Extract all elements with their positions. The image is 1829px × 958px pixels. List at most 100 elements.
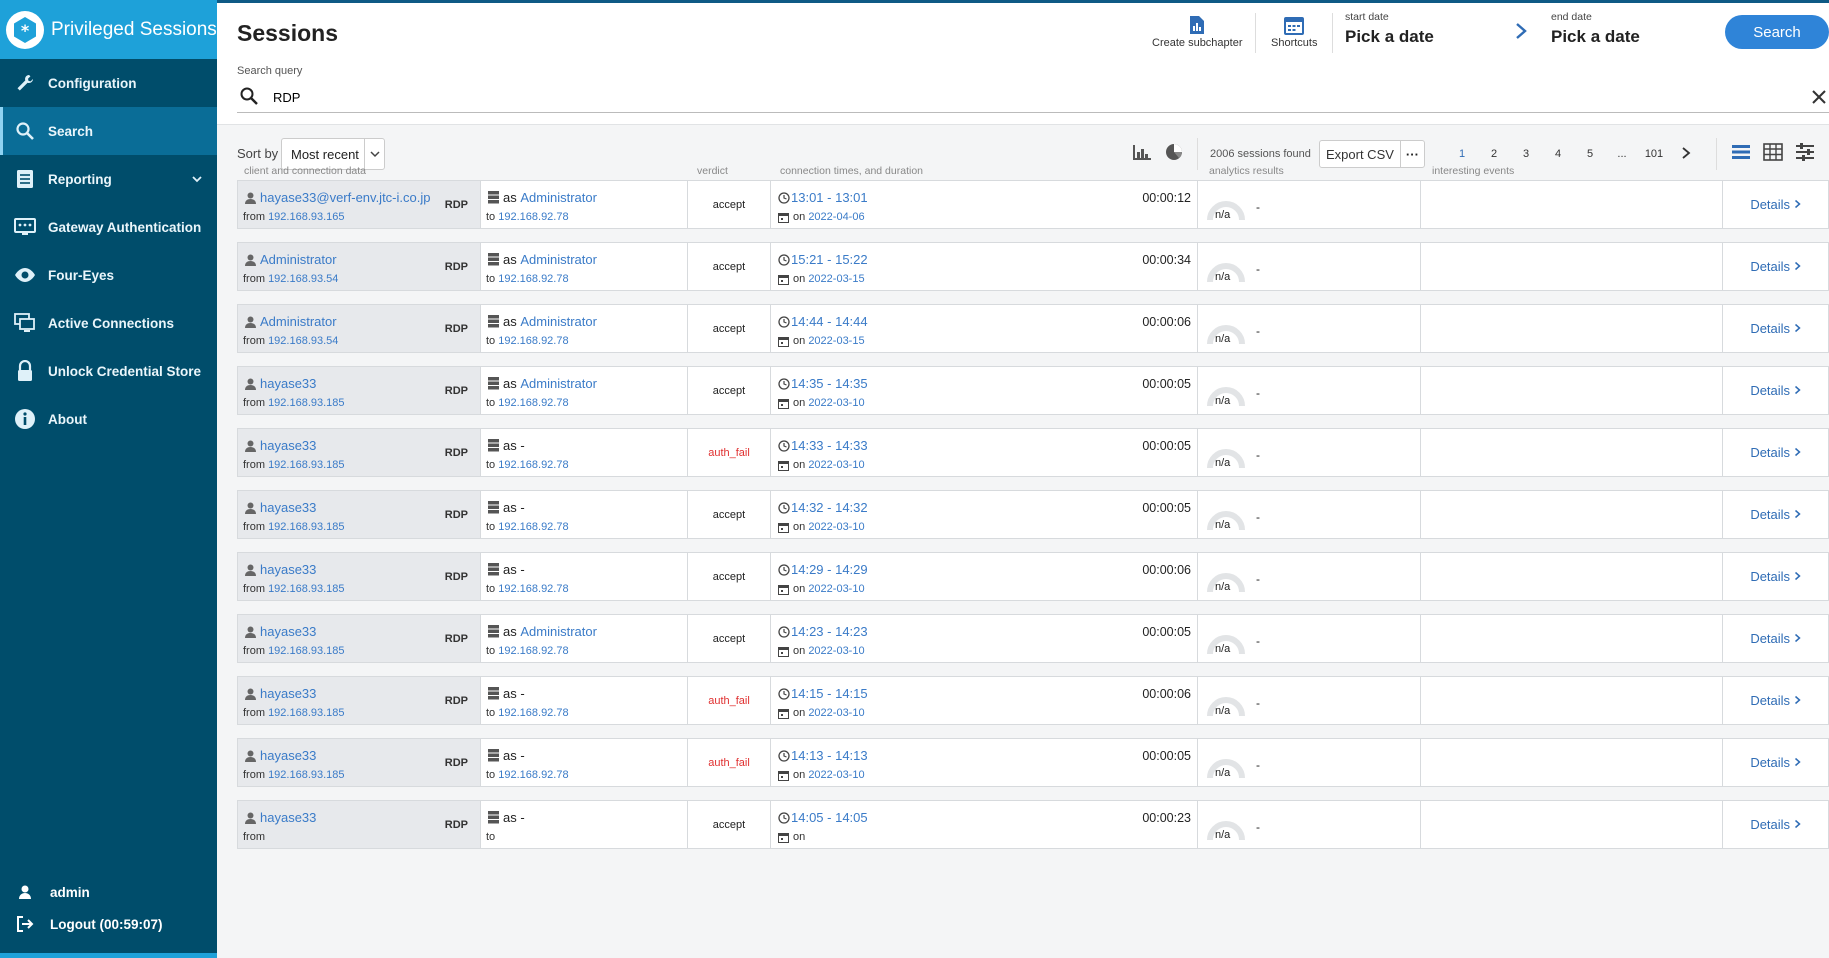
- client-user-link[interactable]: hayase33: [260, 748, 316, 763]
- table-row[interactable]: hayase33 from 192.168.93.185 RDP as - to…: [237, 552, 1829, 601]
- details-link[interactable]: Details: [1722, 615, 1828, 662]
- table-row[interactable]: hayase33 from 192.168.93.185 RDP as - to…: [237, 428, 1829, 477]
- client-user-link[interactable]: hayase33@verf-env.jtc-i.co.jp: [260, 190, 430, 205]
- session-date-link[interactable]: 2022-03-10: [808, 583, 864, 595]
- client-ip-link[interactable]: 192.168.93.185: [268, 707, 344, 719]
- session-date-link[interactable]: 2022-03-10: [808, 769, 864, 781]
- target-account[interactable]: -: [520, 500, 524, 515]
- client-ip-link[interactable]: 192.168.93.185: [268, 521, 344, 533]
- details-link[interactable]: Details: [1722, 677, 1828, 724]
- target-ip-link[interactable]: 192.168.92.78: [498, 459, 568, 471]
- target-ip-link[interactable]: 192.168.92.78: [498, 769, 568, 781]
- time-range-link[interactable]: 14:35 - 14:35: [791, 376, 868, 391]
- details-link[interactable]: Details: [1722, 367, 1828, 414]
- column-settings-icon[interactable]: [1795, 143, 1815, 164]
- details-link[interactable]: Details: [1722, 801, 1828, 848]
- details-link[interactable]: Details: [1722, 305, 1828, 352]
- client-ip-link[interactable]: 192.168.93.185: [268, 459, 344, 471]
- details-link[interactable]: Details: [1722, 243, 1828, 290]
- user-menu[interactable]: admin: [0, 876, 217, 908]
- client-ip-link[interactable]: 192.168.93.185: [268, 583, 344, 595]
- create-subchapter-button[interactable]: Create subchapter: [1152, 13, 1243, 49]
- time-range-link[interactable]: 14:15 - 14:15: [791, 686, 868, 701]
- time-range-link[interactable]: 14:33 - 14:33: [791, 438, 868, 453]
- table-row[interactable]: Administrator from 192.168.93.54 RDP as …: [237, 242, 1829, 291]
- client-user-link[interactable]: Administrator: [260, 252, 337, 267]
- table-row[interactable]: Administrator from 192.168.93.54 RDP as …: [237, 304, 1829, 353]
- target-ip-link[interactable]: 192.168.92.78: [498, 521, 568, 533]
- sidebar-item-search[interactable]: Search: [0, 107, 217, 155]
- time-range-link[interactable]: 14:13 - 14:13: [791, 748, 868, 763]
- table-row[interactable]: hayase33 from 192.168.93.185 RDP as - to…: [237, 738, 1829, 787]
- chevron-down-icon[interactable]: [191, 172, 203, 187]
- shortcuts-button[interactable]: Shortcuts: [1271, 13, 1317, 49]
- bar-chart-icon[interactable]: [1132, 143, 1152, 164]
- client-user-link[interactable]: hayase33: [260, 624, 316, 639]
- client-ip-link[interactable]: 192.168.93.185: [268, 397, 344, 409]
- end-date-picker[interactable]: end date Pick a date: [1551, 11, 1640, 47]
- client-user-link[interactable]: hayase33: [260, 686, 316, 701]
- brand-header[interactable]: * Privileged Sessions: [0, 0, 217, 59]
- target-account[interactable]: -: [520, 562, 524, 577]
- target-account[interactable]: -: [520, 438, 524, 453]
- details-link[interactable]: Details: [1722, 491, 1828, 538]
- target-account[interactable]: -: [520, 748, 524, 763]
- details-link[interactable]: Details: [1722, 553, 1828, 600]
- close-icon[interactable]: [1811, 89, 1827, 108]
- target-account[interactable]: Administrator: [520, 376, 597, 391]
- session-date-link[interactable]: 2022-03-15: [808, 273, 864, 285]
- client-user-link[interactable]: hayase33: [260, 438, 316, 453]
- time-range-link[interactable]: 14:44 - 14:44: [791, 314, 868, 329]
- details-link[interactable]: Details: [1722, 739, 1828, 786]
- sidebar-item-gateway-authentication[interactable]: Gateway Authentication: [0, 203, 217, 251]
- session-date-link[interactable]: 2022-03-10: [808, 521, 864, 533]
- list-view-icon[interactable]: [1731, 143, 1751, 164]
- start-date-picker[interactable]: start date Pick a date: [1345, 11, 1434, 47]
- time-range-link[interactable]: 13:01 - 13:01: [791, 190, 868, 205]
- table-row[interactable]: hayase33 from 192.168.93.185 RDP as - to…: [237, 490, 1829, 539]
- grid-view-icon[interactable]: [1763, 143, 1783, 164]
- logout-button[interactable]: Logout (00:59:07): [0, 908, 217, 940]
- table-row[interactable]: hayase33 from 192.168.93.185 RDP as Admi…: [237, 614, 1829, 663]
- sidebar-item-unlock-credential-store[interactable]: Unlock Credential Store: [0, 347, 217, 395]
- client-ip-link[interactable]: 192.168.93.54: [268, 273, 338, 285]
- client-ip-link[interactable]: 192.168.93.185: [268, 769, 344, 781]
- client-ip-link[interactable]: 192.168.93.185: [268, 645, 344, 657]
- details-link[interactable]: Details: [1722, 429, 1828, 476]
- table-row[interactable]: hayase33 from 192.168.93.185 RDP as Admi…: [237, 366, 1829, 415]
- target-ip-link[interactable]: 192.168.92.78: [498, 583, 568, 595]
- table-row[interactable]: hayase33 from RDP as - to accept 14:05 -…: [237, 800, 1829, 849]
- sidebar-item-four-eyes[interactable]: Four-Eyes: [0, 251, 217, 299]
- target-account[interactable]: Administrator: [520, 190, 597, 205]
- client-ip-link[interactable]: 192.168.93.165: [268, 211, 344, 223]
- client-user-link[interactable]: Administrator: [260, 314, 337, 329]
- search-button[interactable]: Search: [1725, 15, 1829, 49]
- target-ip-link[interactable]: 192.168.92.78: [498, 211, 568, 223]
- sidebar-item-about[interactable]: About: [0, 395, 217, 443]
- session-date-link[interactable]: 2022-03-10: [808, 459, 864, 471]
- target-ip-link[interactable]: 192.168.92.78: [498, 273, 568, 285]
- target-ip-link[interactable]: 192.168.92.78: [498, 397, 568, 409]
- session-date-link[interactable]: 2022-03-15: [808, 335, 864, 347]
- session-date-link[interactable]: 2022-03-10: [808, 645, 864, 657]
- sidebar-item-reporting[interactable]: Reporting: [0, 155, 217, 203]
- client-user-link[interactable]: hayase33: [260, 500, 316, 515]
- target-ip-link[interactable]: 192.168.92.78: [498, 645, 568, 657]
- client-ip-link[interactable]: 192.168.93.54: [268, 335, 338, 347]
- client-user-link[interactable]: hayase33: [260, 376, 316, 391]
- session-date-link[interactable]: 2022-03-10: [808, 707, 864, 719]
- time-range-link[interactable]: 15:21 - 15:22: [791, 252, 868, 267]
- search-query-input[interactable]: [273, 90, 1753, 105]
- target-account[interactable]: Administrator: [520, 314, 597, 329]
- time-range-link[interactable]: 14:32 - 14:32: [791, 500, 868, 515]
- time-range-link[interactable]: 14:23 - 14:23: [791, 624, 868, 639]
- target-ip-link[interactable]: 192.168.92.78: [498, 707, 568, 719]
- target-ip-link[interactable]: 192.168.92.78: [498, 335, 568, 347]
- target-account[interactable]: Administrator: [520, 624, 597, 639]
- client-user-link[interactable]: hayase33: [260, 810, 316, 825]
- details-link[interactable]: Details: [1722, 181, 1828, 228]
- sidebar-item-configuration[interactable]: Configuration: [0, 59, 217, 107]
- target-account[interactable]: Administrator: [520, 252, 597, 267]
- pie-chart-icon[interactable]: [1165, 143, 1183, 164]
- client-user-link[interactable]: hayase33: [260, 562, 316, 577]
